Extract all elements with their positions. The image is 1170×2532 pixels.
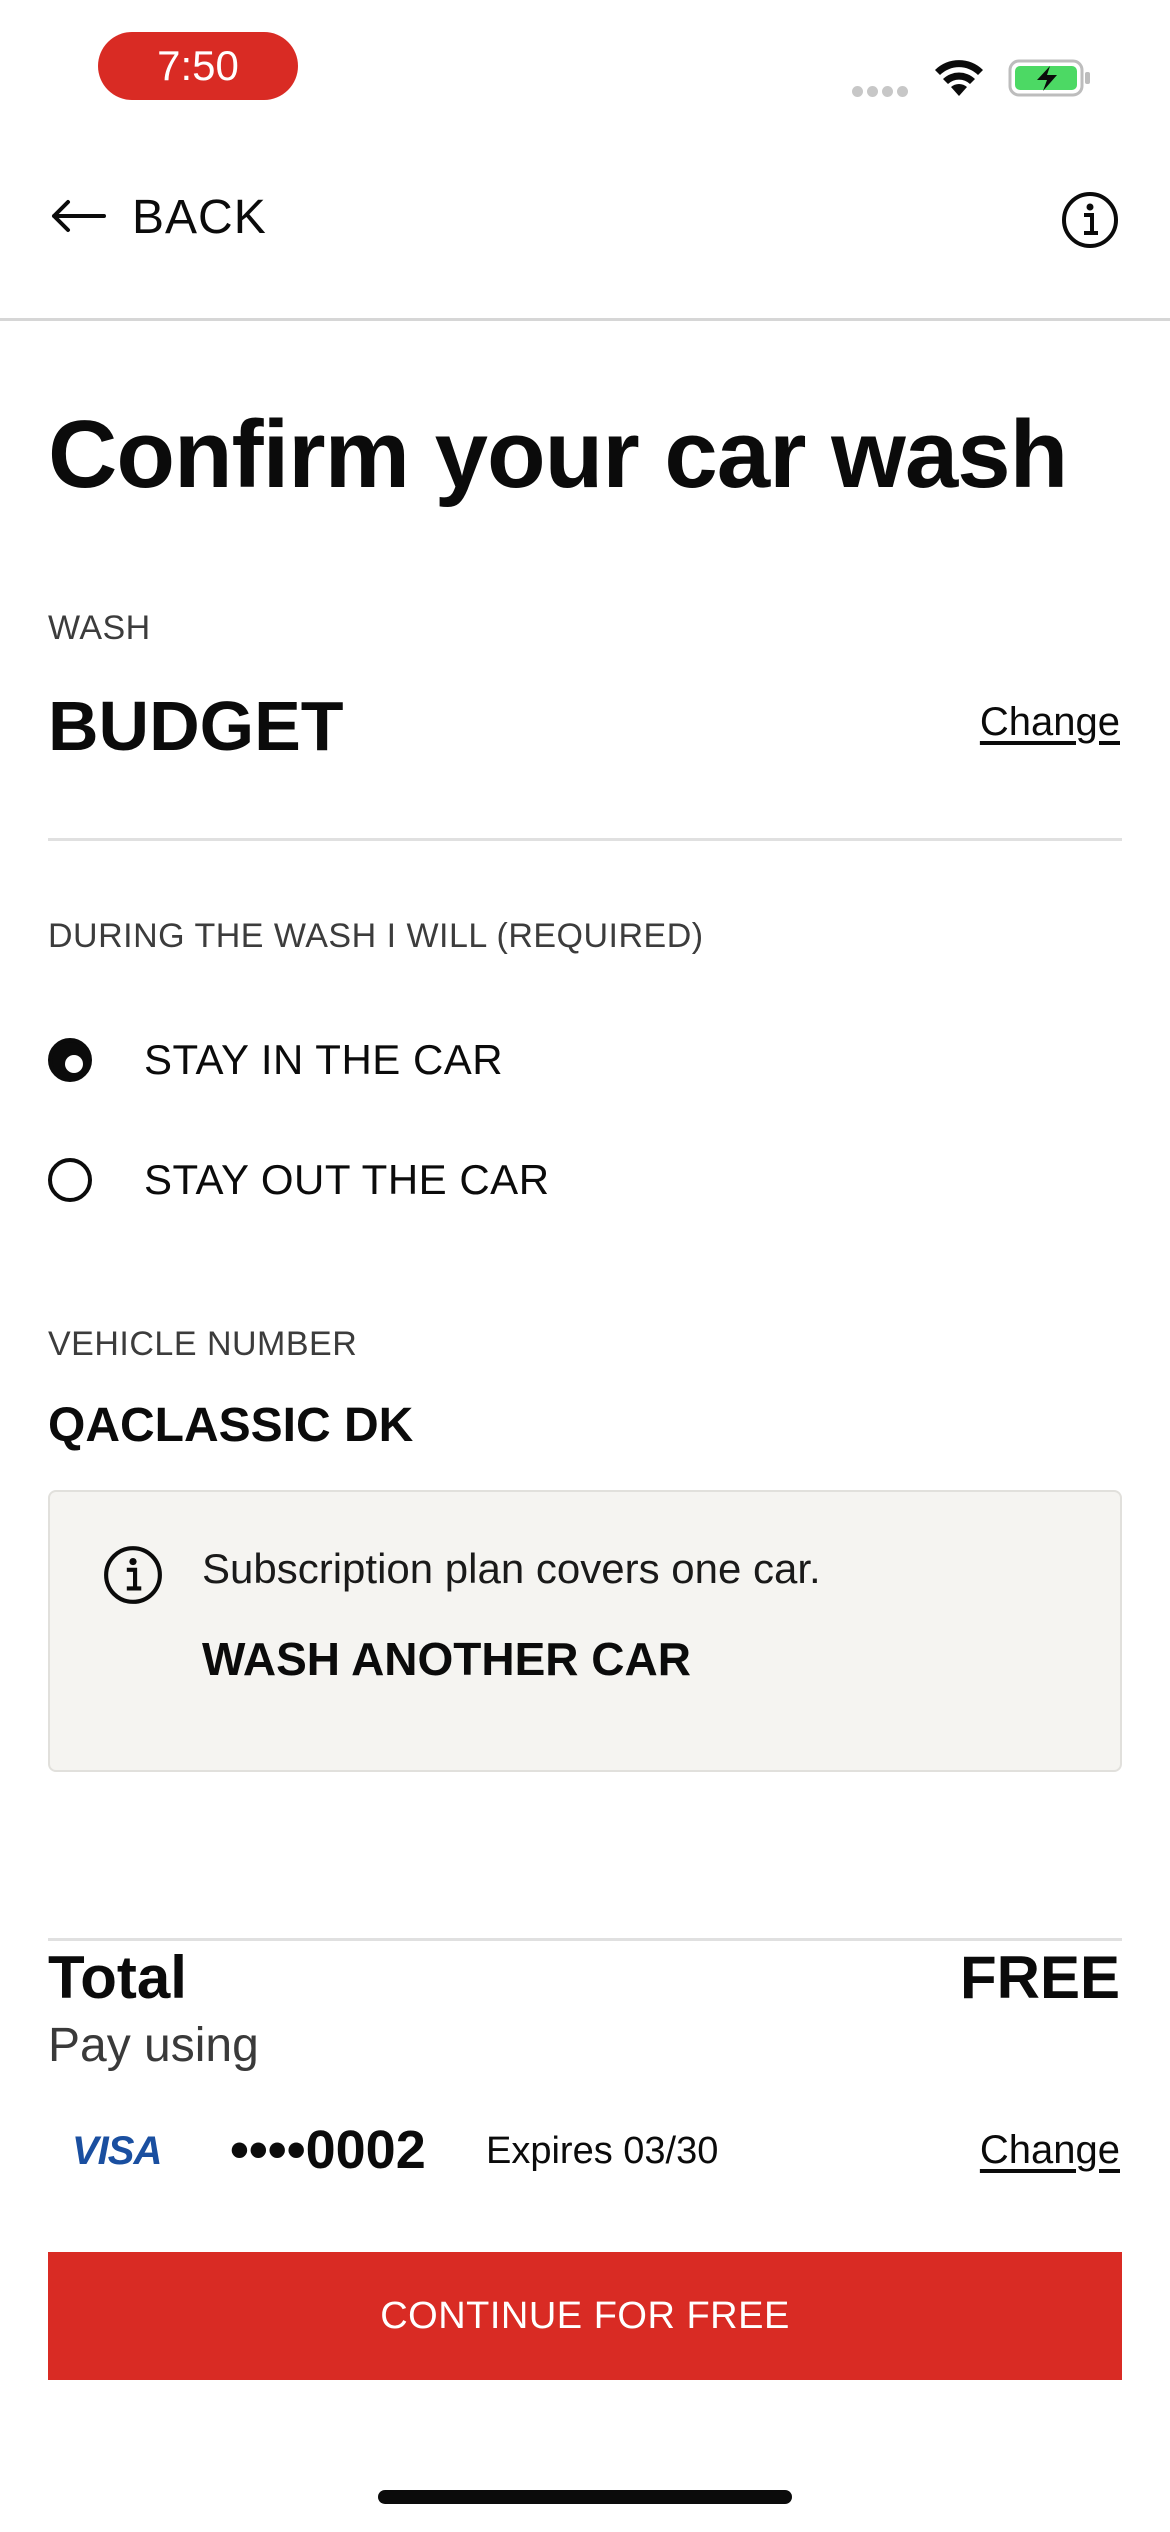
wash-name: BUDGET <box>48 687 344 765</box>
wash-another-car-link[interactable]: WASH ANOTHER CAR <box>202 1632 691 1686</box>
notice-text: Subscription plan covers one car. <box>202 1545 821 1592</box>
info-icon[interactable] <box>1060 190 1120 250</box>
status-time: 7:50 <box>98 32 298 100</box>
pay-using-label: Pay using <box>48 2019 259 2072</box>
visa-logo: VISA <box>72 2129 162 2173</box>
stay-in-car-radio[interactable] <box>48 1038 92 1082</box>
card-expiry: Expires 03/30 <box>486 2130 719 2172</box>
wash-label: WASH <box>48 609 151 647</box>
battery-charging-icon <box>1008 59 1090 97</box>
during-wash-label: DURING THE WASH I WILL (REQUIRED) <box>48 917 704 955</box>
subscription-notice <box>48 1490 1122 1772</box>
continue-button[interactable]: CONTINUE FOR FREE <box>48 2252 1122 2380</box>
vehicle-number: QACLASSIC DK <box>48 1399 414 1452</box>
nav-divider <box>0 318 1170 321</box>
cellular-signal-icon <box>852 84 912 102</box>
arrow-left-icon[interactable] <box>48 196 108 236</box>
card-number: ••••0002 <box>230 2120 426 2180</box>
back-button[interactable]: BACK <box>132 190 267 246</box>
stay-out-car-radio[interactable] <box>48 1158 92 1202</box>
change-payment-link[interactable]: Change <box>980 2126 1120 2174</box>
total-label: Total <box>48 1944 187 2011</box>
info-icon <box>104 1546 162 1604</box>
wifi-icon <box>935 60 983 96</box>
stay-out-car-label[interactable]: STAY OUT THE CAR <box>144 1155 550 1205</box>
home-indicator[interactable] <box>378 2490 792 2504</box>
section-divider <box>48 838 1122 841</box>
page-title: Confirm your car wash <box>48 401 1068 508</box>
change-wash-link[interactable]: Change <box>980 698 1120 746</box>
total-divider <box>48 1938 1122 1941</box>
vehicle-number-label: VEHICLE NUMBER <box>48 1325 358 1363</box>
total-value: FREE <box>959 1944 1120 2011</box>
stay-in-car-label[interactable]: STAY IN THE CAR <box>144 1035 503 1085</box>
